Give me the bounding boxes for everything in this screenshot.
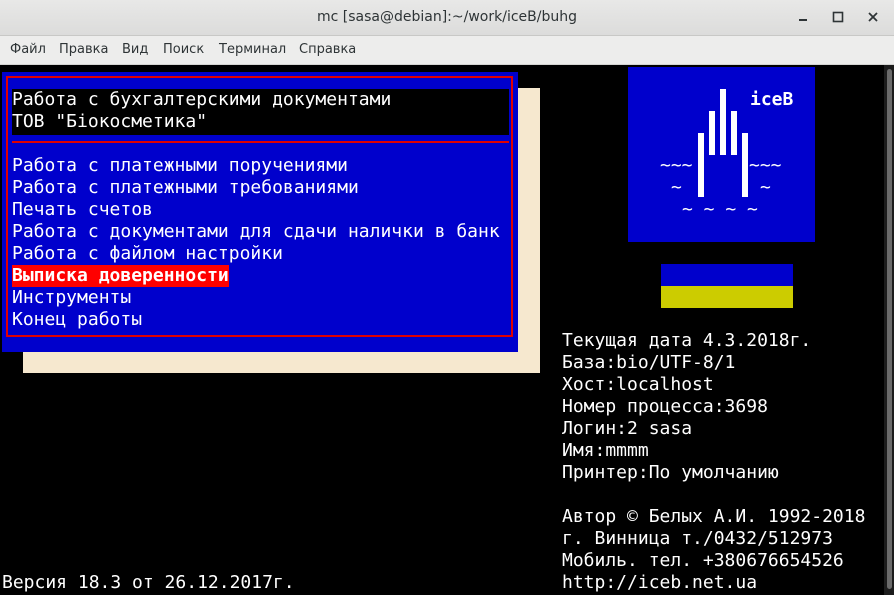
close-button[interactable] — [864, 8, 882, 26]
menu-help[interactable]: Справка — [299, 42, 356, 57]
main-menu-dialog: Работа с бухгалтерскими документами ТОВ … — [2, 72, 518, 352]
dialog-separator — [12, 141, 509, 143]
menu-item-power-of-attorney[interactable]: Выписка доверенности — [12, 265, 229, 287]
logo-bottom-waves: ~ ~ ~ ~ — [682, 199, 758, 220]
menu-item-cash-documents[interactable]: Работа с документами для сдачи налички в… — [12, 221, 500, 243]
maximize-button[interactable] — [829, 8, 847, 26]
terminal-scrollbar[interactable] — [884, 65, 894, 595]
info-url[interactable]: http://iceb.net.ua — [562, 572, 757, 594]
maximize-icon — [832, 11, 844, 23]
window-title: mc [sasa@debian]:~/work/iceB/buhg — [317, 9, 577, 25]
terminal-area[interactable]: Работа с бухгалтерскими документами ТОВ … — [0, 65, 894, 595]
menu-item-payment-orders[interactable]: Работа с платежными поручениями — [12, 155, 348, 177]
menu-item-payment-requests[interactable]: Работа с платежными требованиями — [12, 177, 359, 199]
menu-item-exit[interactable]: Конец работы — [12, 309, 142, 331]
info-city: г. Винница т./0432/512973 — [562, 528, 833, 549]
info-login: Логин:2 sasa — [562, 418, 693, 439]
menu-item-print-invoices[interactable]: Печать счетов — [12, 199, 153, 221]
version-text: Версия 18.3 от 26.12.2017г. — [2, 572, 295, 593]
flag-blue-stripe — [661, 264, 793, 286]
iceb-logo: iceB ~~~ ~~~ ~ ~ ~ ~ ~ ~ — [628, 67, 815, 242]
window-titlebar: mc [sasa@debian]:~/work/iceB/buhg — [0, 0, 894, 36]
logo-tilde-right: ~ — [760, 177, 771, 198]
info-mobile: Мобиль. тел. +380676654526 — [562, 550, 844, 571]
logo-wave-left: ~~~ — [660, 155, 693, 176]
menu-item-settings-file[interactable]: Работа с файлом настройки — [12, 243, 283, 265]
menu-edit[interactable]: Правка — [59, 42, 108, 57]
close-icon — [868, 12, 878, 22]
menu-item-tools[interactable]: Инструменты — [12, 287, 131, 309]
logo-wave-right: ~~~ — [749, 155, 782, 176]
info-name: Имя:mmmm — [562, 440, 649, 461]
dialog-company: ТОВ "Біокосметика" — [12, 111, 208, 132]
flag-yellow-stripe — [661, 286, 793, 308]
minimize-button[interactable] — [794, 8, 812, 26]
info-author: Автор © Белых А.И. 1992-2018 — [562, 506, 866, 527]
minimize-icon — [799, 19, 807, 21]
scrollbar-thumb[interactable] — [887, 69, 892, 589]
menubar: Файл Правка Вид Поиск Терминал Справка — [0, 36, 894, 65]
info-db: База:bio/UTF-8/1 — [562, 352, 736, 373]
menu-file[interactable]: Файл — [10, 42, 46, 57]
info-printer: Принтер:По умолчанию — [562, 462, 779, 483]
logo-brand: iceB — [750, 89, 794, 110]
menu-search[interactable]: Поиск — [163, 42, 204, 57]
dialog-title: Работа с бухгалтерскими документами — [12, 89, 392, 110]
logo-tilde-left: ~ — [671, 177, 682, 198]
info-date: Текущая дата 4.3.2018г. — [562, 330, 812, 351]
info-host: Хост:localhost — [562, 374, 714, 395]
menu-view[interactable]: Вид — [122, 42, 148, 57]
menu-terminal[interactable]: Терминал — [219, 42, 286, 57]
info-process: Номер процесса:3698 — [562, 396, 768, 417]
